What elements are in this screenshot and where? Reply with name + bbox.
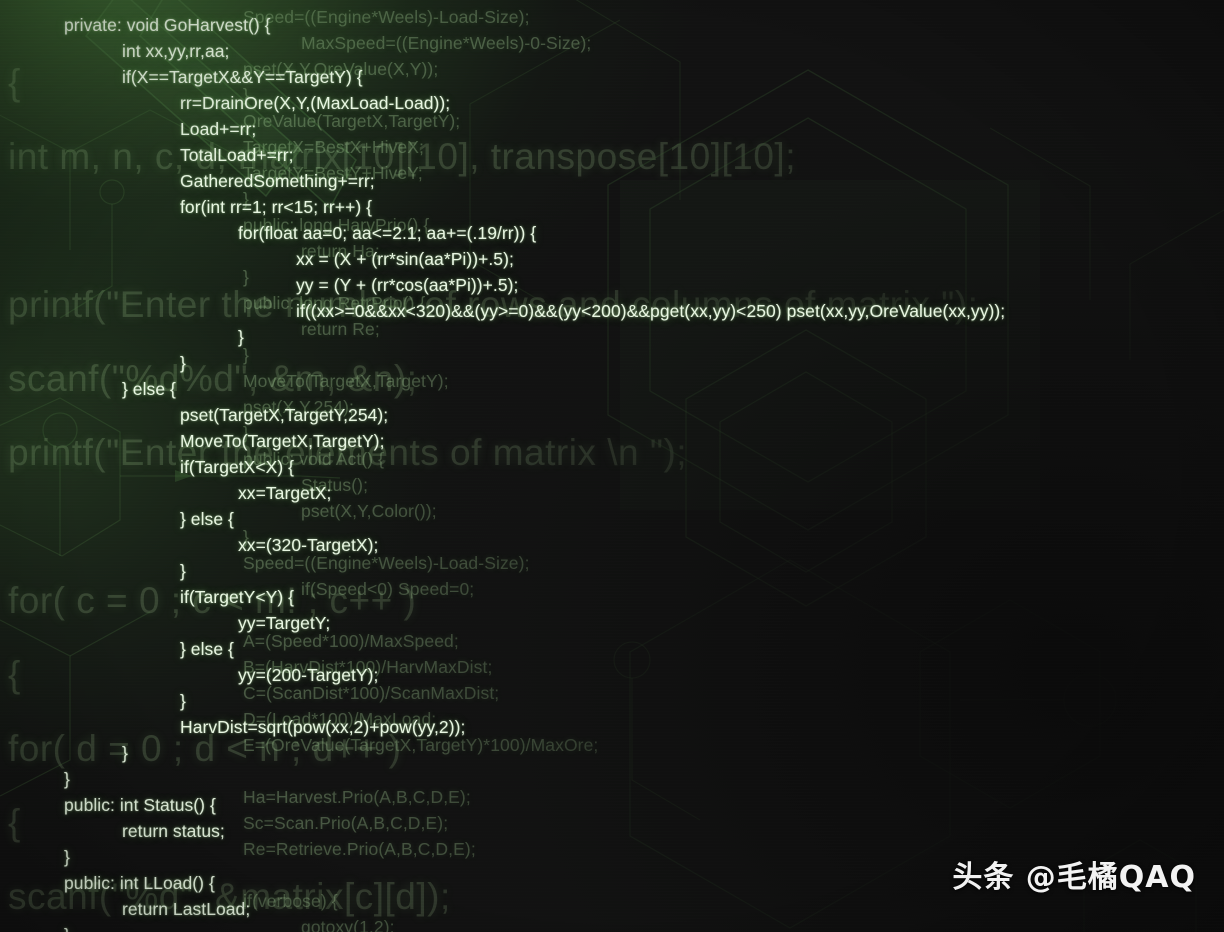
dim-code-line: return Ha;: [301, 241, 380, 261]
code-line: if(X==TargetX&&Y==TargetY) {: [122, 67, 363, 87]
dim-code-line: Speed=((Engine*Weels)-Load-Size);: [243, 7, 530, 27]
dim-code-line: }: [243, 267, 249, 287]
dim-code-line: }: [243, 85, 249, 105]
code-line: }: [64, 847, 70, 867]
dim-code-line: [243, 602, 822, 628]
dim-code-line: Sc=Scan.Prio(A,B,C,D,E);: [243, 813, 449, 833]
dim-code-line: public: void Act() {: [243, 449, 385, 469]
dim-code-line: C=(ScanDist*100)/ScanMaxDist;: [243, 683, 500, 703]
foreground-code-layer: private: void GoHarvest() { int xx,yy,rr,…: [64, 12, 1005, 932]
dim-code-line: public: long HarvPrio() {: [243, 215, 430, 235]
dim-code-line: if(verbose) {: [243, 891, 338, 911]
dark-corner-wash: [0, 0, 1224, 932]
dim-code-line: }: [243, 189, 249, 209]
code-line: }: [122, 743, 128, 763]
code-line: GatheredSomething+=rr;: [180, 171, 375, 191]
dim-code-line: Re=Retrieve.Prio(A,B,C,D,E);: [243, 839, 476, 859]
code-line: return status;: [122, 821, 225, 841]
background-code-line: for( c = 0 ; c < m! ; c++ ): [8, 580, 417, 621]
green-glow-wash-secondary: [0, 0, 1224, 932]
code-line: }: [180, 353, 186, 373]
dim-code-line: D=(Load*100)/MaxLoad;: [243, 709, 437, 729]
dim-code-line: return Re;: [301, 319, 380, 339]
code-line: for(float aa=0; aa<=2.1; aa+=(.19/rr)) {: [238, 223, 537, 243]
background-code-line: int m, n, c, d, matrix[10][10], transpos…: [8, 136, 796, 177]
dim-code-line: MaxSpeed=((Engine*Weels)-0-Size);: [301, 33, 592, 53]
code-line: public: int LLoad() {: [64, 873, 215, 893]
dim-code-line: pset(X,Y,Color());: [301, 501, 437, 521]
dim-code-line: E=(OreValue(TargetX,TargetY)*100)/MaxOre…: [243, 735, 599, 755]
code-line: xx = (X + (rr*sin(aa*Pi))+.5);: [296, 249, 514, 269]
code-line: yy=TargetY;: [238, 613, 331, 633]
code-line: TotalLoad+=rr;: [180, 145, 294, 165]
background-code-line: [8, 194, 978, 268]
dim-code-line: }: [243, 527, 249, 547]
dim-code-line: public: long RetrPrio() {: [243, 293, 426, 313]
background-code-line: scanf("%d%d", &m, &n);: [8, 358, 418, 399]
code-line: } else {: [180, 639, 234, 659]
code-wallpaper-image: { int m, n, c, d, matrix[10][10], transpo…: [0, 0, 1224, 932]
code-line: rr=DrainOre(X,Y,(MaxLoad-Load));: [180, 93, 451, 113]
dim-code-line: Ha=Harvest.Prio(A,B,C,D,E);: [243, 787, 471, 807]
green-glow-wash: [0, 0, 1224, 932]
code-line: }: [238, 327, 244, 347]
background-code-line: printf("Enter the elements of matrix \n …: [8, 432, 688, 473]
dim-code-line: Status();: [301, 475, 369, 495]
background-code-layer: { int m, n, c, d, matrix[10][10], transpo…: [8, 46, 978, 932]
code-line: yy=(200-TargetY);: [238, 665, 379, 685]
scanline-overlay: [0, 0, 1224, 932]
code-line: pset(TargetX,TargetY,254);: [180, 405, 389, 425]
dim-code-line: Speed=((Engine*Weels)-Load-Size);: [243, 553, 530, 573]
code-line: int xx,yy,rr,aa;: [122, 41, 230, 61]
code-line: public: int Status() {: [64, 795, 216, 815]
dim-code-line: pset(X,Y,254);: [243, 397, 355, 417]
code-line: } else {: [180, 509, 234, 529]
code-line: }: [64, 769, 70, 789]
dim-code-layer: Speed=((Engine*Weels)-Load-Size); MaxSpee…: [243, 4, 822, 932]
dim-code-line: OreValue(TargetX,TargetY);: [243, 111, 461, 131]
code-line: MoveTo(TargetX,TargetY);: [180, 431, 385, 451]
code-line: return LastLoad;: [122, 899, 251, 919]
background-code-line: {: [8, 654, 21, 695]
watermark-label: 头条 @毛橘QAQ: [952, 860, 1196, 895]
code-line: if(TargetY<Y) {: [180, 587, 295, 607]
dim-code-line: [243, 862, 822, 888]
code-line: Load+=rr;: [180, 119, 257, 139]
dim-code-line: MoveTo(TargetX,TargetY);: [243, 371, 449, 391]
code-line: }: [64, 922, 1005, 932]
background-code-line: [8, 490, 978, 564]
dim-code-line: if(Speed<0) Speed=0;: [301, 579, 475, 599]
code-line: private: void GoHarvest() {: [64, 15, 271, 35]
dim-code-line: B=(HarvDist*100)/HarvMaxDist;: [243, 657, 493, 677]
dim-code-line: TargetX=BestX+HiveX;: [243, 137, 424, 157]
dim-code-line: A=(Speed*100)/MaxSpeed;: [243, 631, 459, 651]
code-line: HarvDist=sqrt(pow(xx,2)+pow(yy,2));: [180, 717, 466, 737]
dim-code-line: pset(X,Y,OreValue(X,Y));: [243, 59, 439, 79]
background-code-line: scanf("%d", &matrix[c][d]);: [8, 876, 451, 917]
code-line: if(TargetX<X) {: [180, 457, 295, 477]
code-line: }: [180, 561, 186, 581]
code-line: if((xx>=0&&xx<320)&&(yy>=0)&&(yy<200)&&p…: [296, 301, 1006, 321]
code-line: } else {: [122, 379, 176, 399]
dim-code-line: }: [243, 423, 249, 443]
background-code-line: printf("Enter the number of rows and col…: [8, 284, 979, 325]
dim-code-line: }: [243, 345, 249, 365]
code-line: }: [180, 691, 186, 711]
hexagon-circuit-decor: [0, 0, 1224, 932]
background-code-line: {: [8, 802, 21, 843]
code-line: for(int rr=1; rr<15; rr++) {: [180, 197, 373, 217]
vignette-overlay: [0, 0, 1224, 932]
code-line: yy = (Y + (rr*cos(aa*Pi))+.5);: [296, 275, 519, 295]
dim-code-line: TargetY=BestY+HiveY;: [243, 163, 423, 183]
dim-code-line: [243, 758, 822, 784]
dim-code-line: gotoxy(1,2);: [301, 917, 395, 932]
background-code-line: for( d = 0 ; d < n ; d++ ): [8, 728, 402, 769]
code-line: xx=(320-TargetX);: [238, 535, 379, 555]
background-code-line: {: [8, 62, 21, 103]
code-line: xx=TargetX;: [238, 483, 332, 503]
